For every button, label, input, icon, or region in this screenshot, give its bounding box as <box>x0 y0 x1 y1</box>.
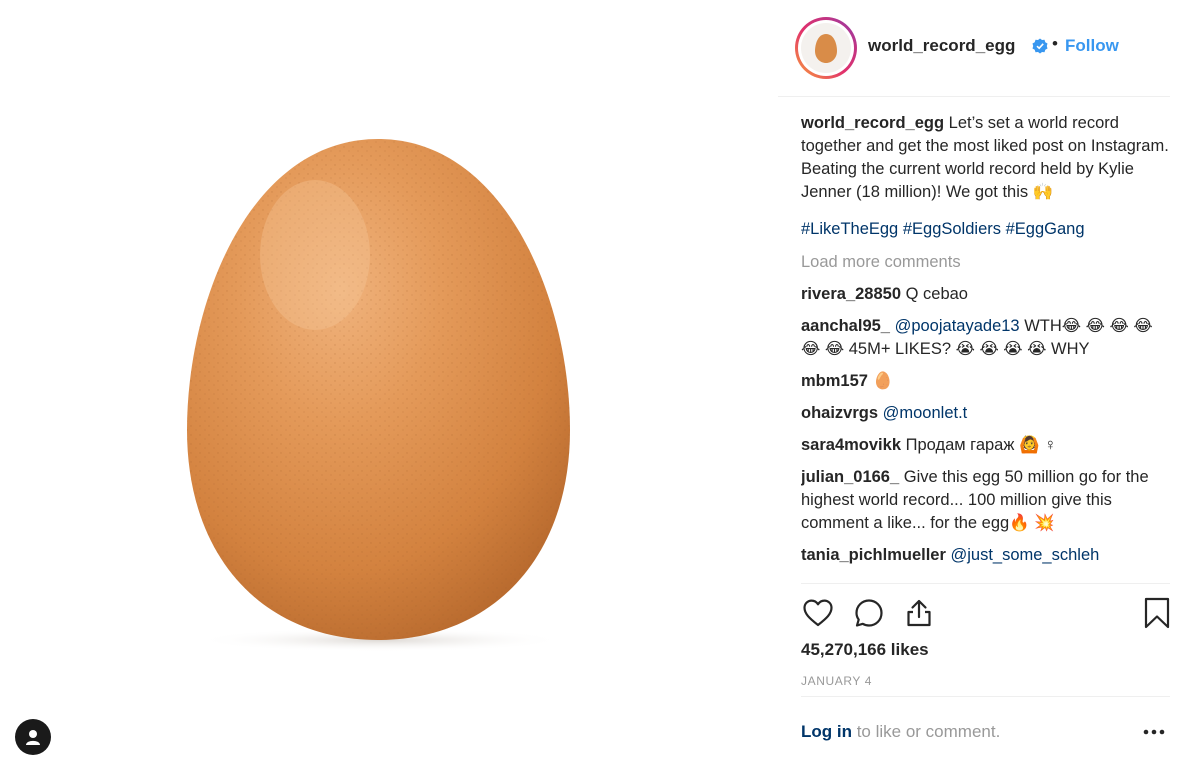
hashtag-link[interactable]: #LikeTheEgg <box>801 220 898 238</box>
likes-count[interactable]: 45,270,166 likes <box>801 640 929 660</box>
comment-username[interactable]: rivera_28850 <box>801 285 901 303</box>
comment: rivera_28850 Q cebao <box>801 283 1173 306</box>
header-separator: • <box>1052 34 1058 53</box>
comment: ohaizvrgs @moonlet.t <box>801 402 1173 425</box>
comment-username[interactable]: aanchal95_ <box>801 317 890 335</box>
divider <box>801 583 1170 584</box>
header-username[interactable]: world_record_egg <box>868 36 1015 56</box>
hashtag-link[interactable]: #EggSoldiers <box>903 220 1001 238</box>
caption-username[interactable]: world_record_egg <box>801 114 944 132</box>
post-sidebar: world_record_egg • Follow world_record_e… <box>778 0 1200 768</box>
comment-username[interactable]: sara4movikk <box>801 436 901 454</box>
login-prompt-text: to like or comment. <box>851 722 1001 741</box>
comment-mention[interactable]: @poojatayade13 <box>895 317 1020 335</box>
comment-username[interactable]: ohaizvrgs <box>801 404 878 422</box>
hashtag-link[interactable]: #EggGang <box>1006 220 1085 238</box>
comment: julian_0166_ Give this egg 50 million go… <box>801 466 1173 535</box>
comment: mbm157 🥚 <box>801 370 1173 393</box>
action-bar <box>801 596 1173 630</box>
comment: tania_pichlmueller @just_some_schleh <box>801 544 1173 567</box>
comment-username[interactable]: julian_0166_ <box>801 468 899 486</box>
login-link[interactable]: Log in <box>801 722 852 741</box>
comment-username[interactable]: tania_pichlmueller <box>801 546 946 564</box>
post-header: world_record_egg • Follow <box>778 0 1170 97</box>
bookmark-icon[interactable] <box>1140 596 1174 630</box>
hashtags: #LikeTheEgg #EggSoldiers #EggGang <box>801 218 1173 241</box>
egg-photo <box>187 139 570 652</box>
more-options-icon[interactable] <box>1140 720 1168 744</box>
comment-text: Продам гараж 🙆 ♀ <box>905 436 1057 454</box>
avatar[interactable] <box>795 17 857 79</box>
post-media[interactable] <box>0 0 778 768</box>
comment-mention[interactable]: @moonlet.t <box>883 404 968 422</box>
verified-badge-icon <box>1032 38 1048 54</box>
comment-username[interactable]: mbm157 <box>801 372 868 390</box>
avatar-egg-image <box>801 23 851 73</box>
comment: sara4movikk Продам гараж 🙆 ♀ <box>801 434 1173 457</box>
heart-icon[interactable] <box>801 596 835 630</box>
comments-list[interactable]: world_record_egg Let’s set a world recor… <box>801 112 1173 582</box>
post-caption: world_record_egg Let’s set a world recor… <box>801 112 1173 204</box>
comment-text: Q cebao <box>905 285 968 303</box>
share-icon[interactable] <box>902 596 936 630</box>
follow-button[interactable]: Follow <box>1065 36 1119 56</box>
comment-icon[interactable] <box>852 596 886 630</box>
user-profile-icon[interactable] <box>15 719 51 755</box>
comment-text: 🥚 <box>872 372 894 390</box>
comment-mention[interactable]: @just_some_schleh <box>950 546 1099 564</box>
login-prompt: Log in to like or comment. <box>801 722 1000 742</box>
comment: aanchal95_ @poojatayade13 WTH😂 😂 😂 😂 😂 😂… <box>801 315 1173 361</box>
post-date: JANUARY 4 <box>801 674 872 688</box>
load-more-comments-button[interactable]: Load more comments <box>801 251 1173 274</box>
divider <box>801 696 1170 697</box>
